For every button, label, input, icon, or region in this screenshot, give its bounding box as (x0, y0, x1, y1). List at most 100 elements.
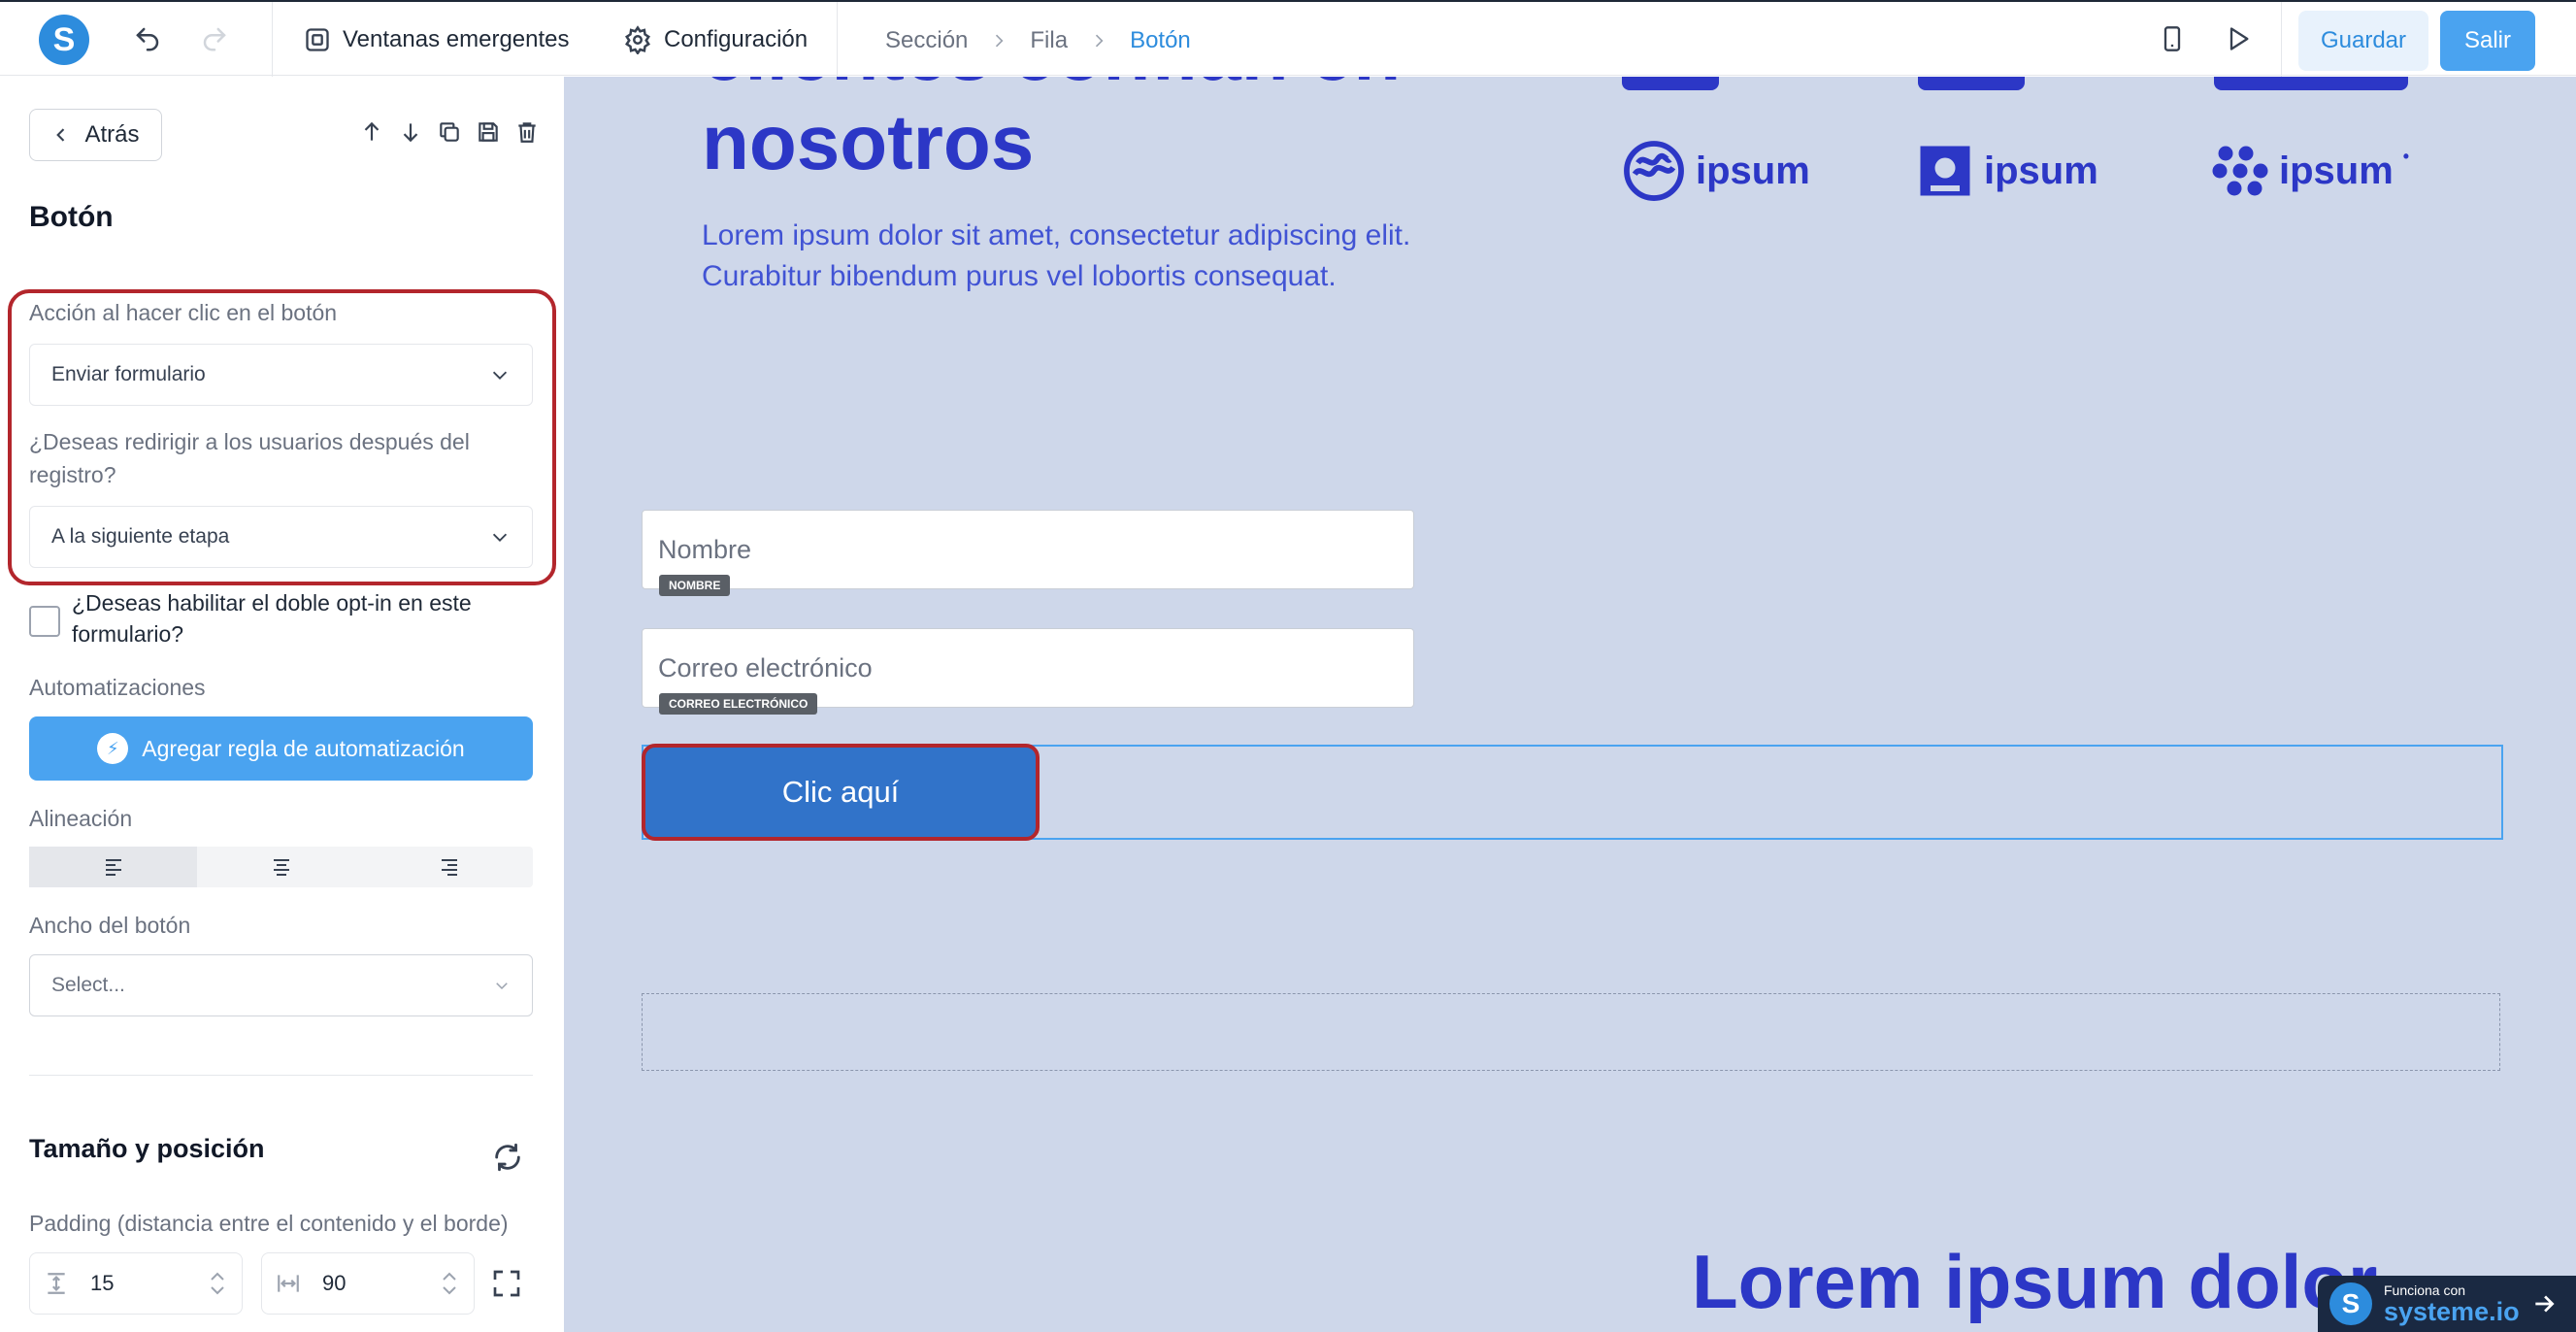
align-right-icon[interactable] (365, 847, 533, 887)
padding-vertical-stepper[interactable]: 15 (29, 1252, 243, 1315)
powered-by-badge[interactable]: S Funciona con systeme.io (2318, 1276, 2576, 1332)
exit-button[interactable]: Salir (2440, 11, 2535, 71)
click-action-select[interactable]: Enviar formulario (29, 344, 533, 406)
redirect-label: ¿Deseas redirigir a los usuarios después… (29, 429, 470, 487)
dots-pattern-icon (2212, 146, 2268, 196)
play-preview-icon[interactable] (2221, 21, 2256, 56)
padding-horizontal-stepper[interactable]: 90 (261, 1252, 475, 1315)
section-heading[interactable]: clientes confían en nosotros (702, 77, 1401, 187)
chevron-right-icon (996, 34, 1004, 48)
button-width-select[interactable]: Select... (29, 954, 533, 1016)
gear-icon (625, 25, 650, 54)
align-center-icon[interactable] (197, 847, 365, 887)
email-placeholder: Correo electrónico (658, 652, 873, 683)
back-button[interactable]: Atrás (29, 109, 162, 161)
breadcrumb-row[interactable]: Fila (1030, 27, 1068, 54)
alignment-toggle (29, 847, 533, 887)
badge-small-text: Funciona con (2384, 1282, 2466, 1298)
chevron-right-icon (1095, 34, 1104, 48)
back-label: Atrás (84, 121, 140, 148)
chevron-down-icon (492, 371, 508, 380)
registered-mark: • (2402, 147, 2410, 166)
heading-line-2: nosotros (702, 99, 1035, 185)
field-tag: NOMBRE (659, 575, 731, 596)
field-tag: CORREO ELECTRÓNICO (659, 693, 818, 715)
vertical-padding-icon (48, 1273, 65, 1294)
cta-button[interactable]: Clic aquí (642, 744, 1040, 841)
button-width-placeholder: Select... (51, 974, 125, 996)
wave-circle-icon (1624, 141, 1684, 201)
expand-icon[interactable] (491, 1268, 522, 1299)
add-automation-rule-button[interactable]: ⚡ Agregar regla de automatización (29, 716, 533, 781)
popups-menu[interactable]: Ventanas emergentes (304, 19, 570, 60)
size-position-title: Tamaño y posición (29, 1134, 265, 1163)
name-placeholder: Nombre (658, 534, 752, 564)
double-optin-checkbox[interactable] (29, 606, 60, 637)
breadcrumb-section[interactable]: Sección (885, 27, 968, 54)
padding-label: Padding (distancia entre el contenido y … (29, 1211, 509, 1236)
align-left-icon[interactable] (29, 847, 197, 887)
breadcrumb: Sección Fila Botón (885, 23, 1191, 58)
heading-line-1: clientes confían en (702, 77, 1401, 98)
horizontal-padding-icon (278, 1275, 299, 1292)
padding-horizontal-value: 90 (322, 1271, 347, 1295)
page-canvas: clientes confían en nosotros Lorem ipsum… (564, 77, 2576, 1332)
redirect-select[interactable]: A la siguiente etapa (29, 506, 533, 568)
partner-logo-partial (2214, 77, 2408, 90)
undo-icon[interactable] (130, 21, 165, 56)
delete-icon[interactable] (512, 117, 542, 147)
automations-label: Automatizaciones (29, 675, 206, 700)
partner-logo[interactable]: ipsum • (2211, 137, 2409, 205)
section-divider (29, 1075, 533, 1076)
partner-logo[interactable]: ipsum (1622, 137, 1810, 205)
settings-menu[interactable]: Configuración (623, 19, 808, 60)
chevron-left-icon (56, 128, 65, 142)
systeme-badge-logo: S (2329, 1282, 2372, 1325)
partner-logo-partial (1918, 77, 2025, 90)
next-section-heading[interactable]: Lorem ipsum dolor (1692, 1238, 2377, 1326)
section-paragraph[interactable]: Lorem ipsum dolor sit amet, consectetur … (702, 216, 1536, 297)
systeme-logo[interactable]: S (39, 15, 89, 65)
redirect-value: A la siguiente etapa (51, 525, 230, 548)
double-optin-label: ¿Deseas habilitar el doble opt-in en est… (72, 590, 472, 647)
duplicate-icon[interactable] (435, 117, 464, 147)
badge-brand-text: systeme.io (2384, 1297, 2520, 1326)
partner-logo-text: ipsum (2279, 149, 2394, 192)
popup-icon (306, 28, 329, 51)
topbar-divider (272, 2, 273, 78)
click-action-label: Acción al hacer clic en el botón (29, 300, 338, 325)
settings-label: Configuración (664, 26, 809, 52)
arrow-right-icon (2534, 1295, 2555, 1313)
settings-sidebar: Atrás Botón Acción al hacer clic en el b… (0, 77, 564, 1332)
move-up-icon[interactable] (357, 117, 386, 147)
partner-logo[interactable]: ipsum (1916, 137, 2098, 205)
button-width-label: Ancho del botón (29, 913, 191, 938)
mobile-preview-icon[interactable] (2155, 21, 2190, 56)
click-action-value: Enviar formulario (51, 363, 206, 385)
panel-title: Botón (29, 201, 114, 233)
topbar-divider (837, 2, 838, 78)
topbar-divider (2281, 2, 2282, 78)
chevron-down-icon (496, 982, 508, 990)
reset-icon[interactable] (491, 1141, 524, 1174)
save-block-icon[interactable] (474, 117, 503, 147)
partner-logo-text: ipsum (1696, 149, 1810, 192)
chevron-down-icon (492, 533, 508, 542)
alignment-label: Alineación (29, 806, 133, 831)
square-circle-icon (1920, 146, 1970, 196)
top-bar: S Ventanas emergentes Configuración Secc… (0, 0, 2576, 78)
breadcrumb-button[interactable]: Botón (1130, 27, 1191, 54)
partner-logo-partial (1622, 77, 1719, 90)
element-toolbar (357, 117, 542, 147)
badge-text: Funciona con systeme.io (2384, 1282, 2520, 1325)
padding-vertical-value: 15 (90, 1271, 115, 1295)
stepper-arrows-icon[interactable] (207, 1269, 228, 1298)
logo-letter: S (52, 20, 76, 58)
empty-drop-zone[interactable] (642, 993, 2500, 1071)
name-field[interactable]: Nombre (642, 510, 1414, 589)
popups-label: Ventanas emergentes (343, 26, 570, 52)
redo-icon[interactable] (197, 21, 232, 56)
stepper-arrows-icon[interactable] (439, 1269, 460, 1298)
move-down-icon[interactable] (396, 117, 425, 147)
save-button[interactable]: Guardar (2298, 11, 2428, 71)
